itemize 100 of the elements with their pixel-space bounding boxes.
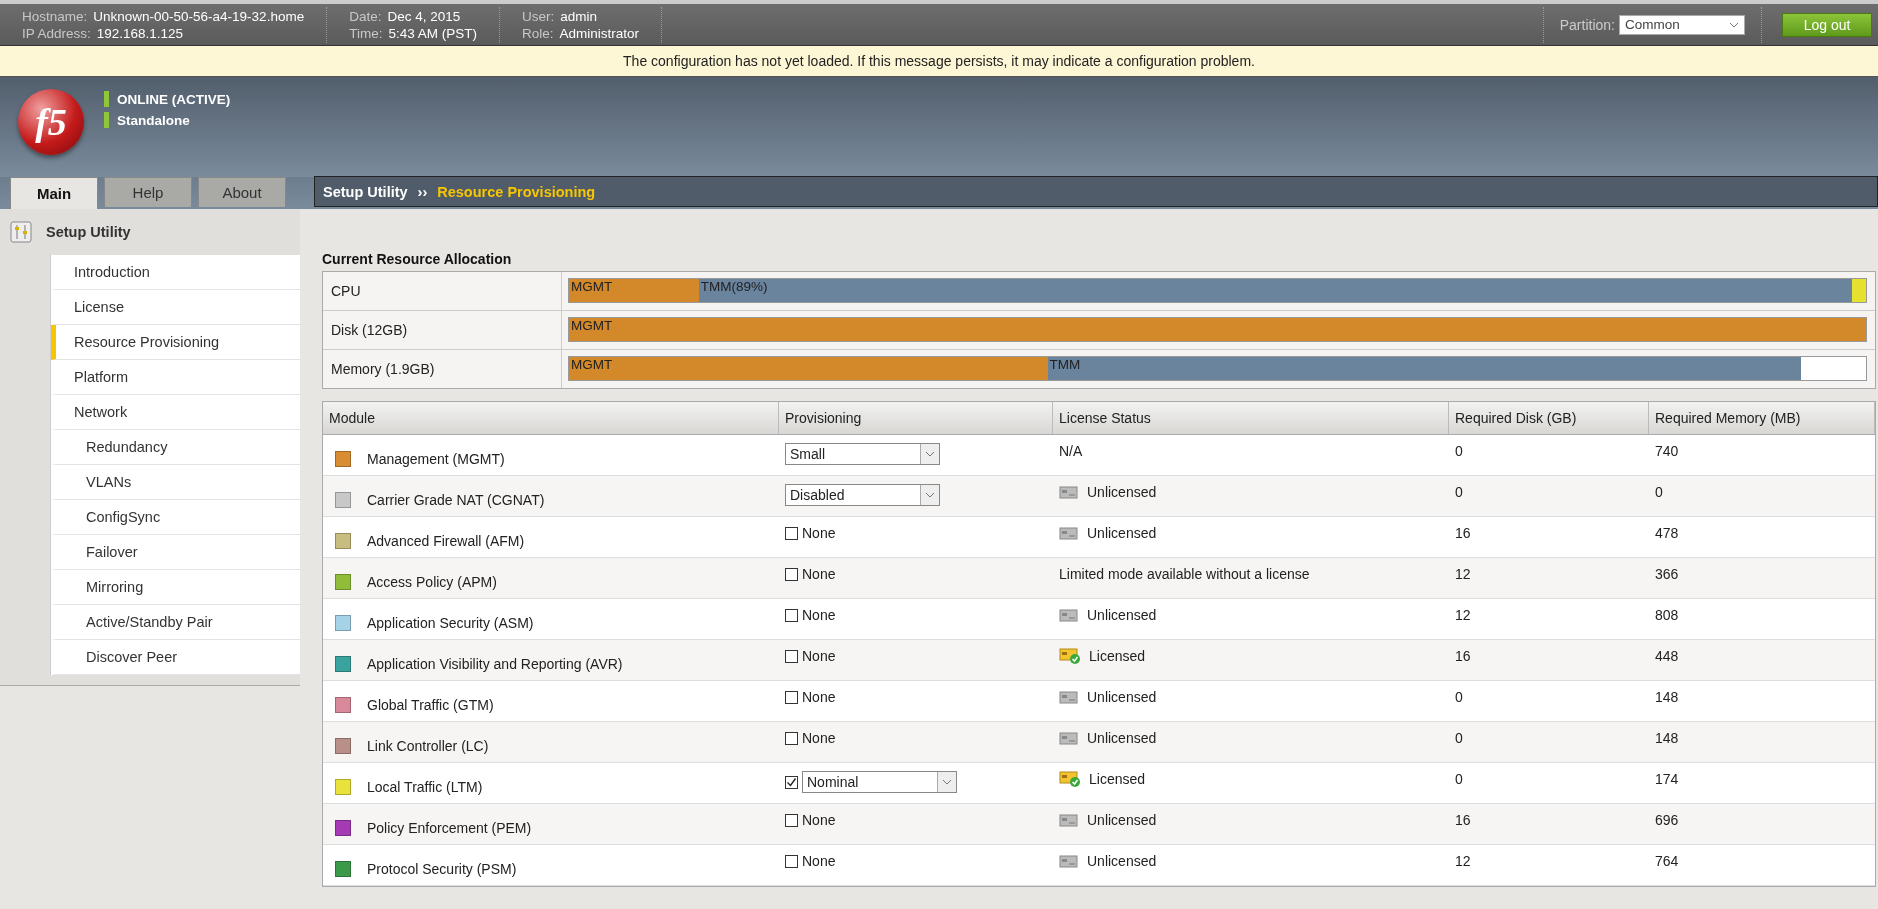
column-header: License Status: [1053, 402, 1449, 434]
info-label: Hostname:: [22, 8, 88, 24]
table-cell: 12: [1455, 607, 1471, 623]
tab[interactable]: About: [198, 177, 286, 207]
notice-message: The configuration has not yet loaded. If this message persists, it may indicate a configuration problem.: [623, 53, 1255, 69]
sidebar-item[interactable]: ConfigSync: [51, 500, 300, 535]
module-name: Application Security (ASM): [367, 615, 534, 631]
license-status: Unlicensed: [1087, 812, 1157, 828]
checkbox[interactable]: [785, 854, 798, 868]
license-card-check-icon: [1059, 771, 1081, 787]
table-cell: 366: [1655, 566, 1679, 582]
table-cell: 0: [1455, 730, 1463, 746]
caret-icon: [925, 492, 935, 498]
module-name: Management (MGMT): [367, 451, 505, 467]
module-name: Access Policy (APM): [367, 574, 497, 590]
table-cell: 16: [1455, 648, 1471, 664]
license-status: Licensed: [1089, 648, 1146, 664]
license-card-icon: [1059, 485, 1079, 499]
table-cell: 0: [1655, 484, 1663, 500]
breadcrumb-current: Resource Provisioning: [437, 183, 596, 200]
table-cell: 478: [1655, 525, 1679, 541]
sidebar-item[interactable]: Network: [51, 395, 300, 430]
table-cell: 0: [1455, 484, 1463, 500]
license-card-icon: [1059, 854, 1079, 868]
sidebar-item[interactable]: Discover Peer: [51, 640, 300, 675]
table-cell: 0: [1455, 689, 1463, 705]
sidebar-item[interactable]: Failover: [51, 535, 300, 570]
checkbox-label: None: [802, 853, 836, 869]
column-header: Module: [323, 402, 779, 434]
info-label: Time:: [349, 25, 383, 41]
license-card-icon: [1059, 690, 1079, 704]
provisioning-dropdown[interactable]: Small: [785, 443, 940, 465]
checkbox[interactable]: [785, 813, 798, 827]
license-status: Unlicensed: [1087, 525, 1157, 541]
table-cell: 764: [1655, 853, 1679, 869]
module-name: Global Traffic (GTM): [367, 697, 494, 713]
section-title: Current Resource Allocation: [322, 251, 513, 267]
module-name: Protocol Security (PSM): [367, 861, 517, 877]
sidebar-item[interactable]: VLANs: [51, 465, 300, 500]
license-card-icon: [1059, 813, 1079, 827]
resource-name: Memory (1.9GB): [323, 350, 562, 388]
checkbox[interactable]: [785, 649, 798, 663]
allocation-segment: MGMT: [569, 318, 1866, 341]
checkbox[interactable]: [785, 526, 798, 540]
table-cell: 16: [1455, 525, 1471, 541]
caret-icon: [942, 779, 952, 785]
breadcrumb-link[interactable]: Setup Utility: [323, 183, 408, 200]
checkbox[interactable]: [785, 775, 798, 789]
status-text: Standalone: [117, 112, 190, 128]
column-header: Provisioning: [779, 402, 1053, 434]
info-value: admin: [560, 8, 597, 24]
table-cell: 12: [1455, 853, 1471, 869]
license-status: Licensed: [1089, 771, 1146, 787]
table-cell: 148: [1655, 730, 1679, 746]
module-name: Link Controller (LC): [367, 738, 489, 754]
table-cell: 808: [1655, 607, 1679, 623]
table-cell: 12: [1455, 566, 1471, 582]
provisioning-dropdown[interactable]: Disabled: [785, 484, 940, 506]
sidebar-item[interactable]: Resource Provisioning: [51, 325, 300, 360]
table-cell: 16: [1455, 812, 1471, 828]
module-name: Carrier Grade NAT (CGNAT): [367, 492, 545, 508]
license-status: Unlicensed: [1087, 689, 1157, 705]
sidebar-item[interactable]: Mirroring: [51, 570, 300, 605]
provisioning-dropdown[interactable]: Nominal: [802, 771, 957, 793]
logo: f5: [18, 89, 84, 155]
license-card-icon: [1059, 526, 1079, 540]
sliders-icon: [10, 221, 32, 243]
checkbox-label: None: [802, 566, 836, 582]
table-cell: 148: [1655, 689, 1679, 705]
checkbox-label: None: [802, 730, 836, 746]
sidebar-item[interactable]: Platform: [51, 360, 300, 395]
checkbox-label: None: [802, 648, 836, 664]
sidebar-item[interactable]: Introduction: [51, 255, 300, 290]
partition-label: Partition:: [1559, 16, 1615, 33]
checkbox-label: None: [802, 525, 836, 541]
caret-icon: [925, 451, 935, 457]
table-cell: 740: [1655, 443, 1679, 459]
column-header: Required Disk (GB): [1449, 402, 1649, 434]
license-card-check-icon: [1059, 648, 1081, 664]
info-label: User:: [521, 8, 555, 24]
license-status: Limited mode available without a license: [1059, 566, 1310, 582]
breadcrumb-separator: ››: [417, 183, 428, 200]
sidebar-item[interactable]: Active/Standby Pair: [51, 605, 300, 640]
table-cell: 0: [1455, 771, 1463, 787]
checkbox[interactable]: [785, 690, 798, 704]
info-value: Dec 4, 2015: [387, 8, 461, 24]
table-cell: 0: [1455, 443, 1463, 459]
sidebar-item[interactable]: Redundancy: [51, 430, 300, 465]
tab[interactable]: Main: [10, 177, 98, 209]
checkbox-label: None: [802, 607, 836, 623]
checkbox[interactable]: [785, 608, 798, 622]
checkbox[interactable]: [785, 567, 798, 581]
status-bar-icon: [104, 91, 109, 107]
info-value: 5:43 AM (PST): [388, 25, 477, 41]
status-bar-icon: [104, 112, 109, 128]
checkbox[interactable]: [785, 731, 798, 745]
tab[interactable]: Help: [104, 177, 192, 207]
module-name: Policy Enforcement (PEM): [367, 820, 532, 836]
info-value: Unknown-00-50-56-a4-19-32.home: [93, 8, 305, 24]
partition-dropdown[interactable]: Common: [1619, 14, 1745, 35]
